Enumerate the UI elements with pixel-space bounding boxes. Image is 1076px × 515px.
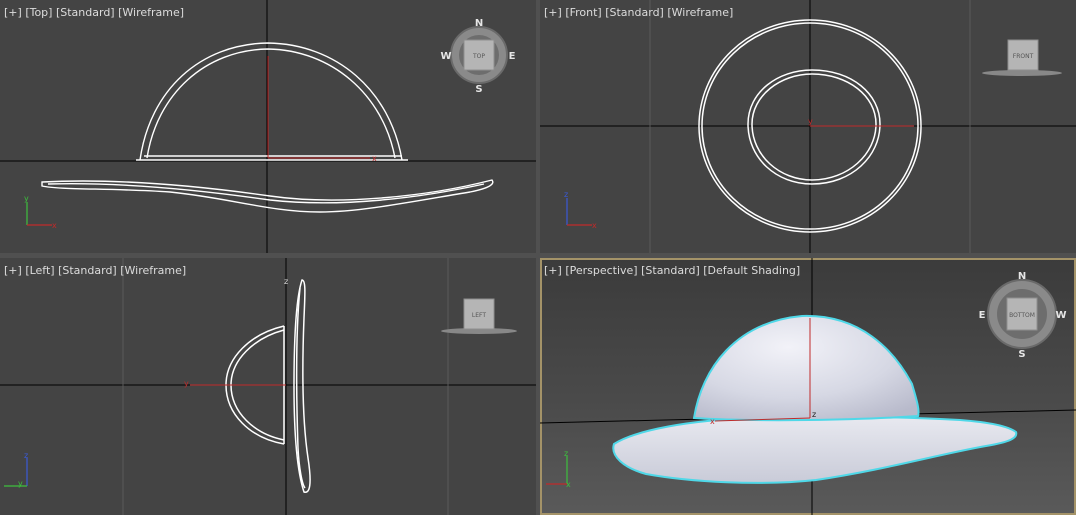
shading-mode-menu[interactable]: [Standard] bbox=[58, 264, 117, 277]
pivot-axis-label: y bbox=[184, 379, 189, 388]
viewcube[interactable]: LEFT bbox=[441, 298, 517, 334]
viewport-menu-button[interactable]: [+] bbox=[544, 6, 562, 19]
viewport-menu-button[interactable]: [+] bbox=[4, 264, 22, 277]
viewcube-face-label: LEFT bbox=[472, 312, 486, 319]
pivot-axis-label: x bbox=[710, 417, 715, 426]
viewcube[interactable]: FRONT bbox=[982, 39, 1062, 76]
display-mode-menu[interactable]: [Wireframe] bbox=[667, 6, 733, 19]
viewcube-face-label: TOP bbox=[472, 53, 485, 60]
pivot-axis-label: z bbox=[812, 410, 816, 419]
viewport-perspective-canvas: x z z x BOTTOM N S W E bbox=[540, 258, 1076, 515]
viewcube-compass[interactable]: BOTTOM N S W E bbox=[979, 271, 1067, 360]
viewport-front-canvas: y z x FRONT bbox=[540, 0, 1076, 253]
compass-south[interactable]: S bbox=[1018, 349, 1025, 360]
triad-z-label: z bbox=[564, 190, 568, 199]
view-type-menu[interactable]: [Front] bbox=[565, 6, 601, 19]
viewport-label: [+] [Front] [Standard] [Wireframe] bbox=[544, 6, 733, 19]
hat-wireframe-left bbox=[225, 279, 311, 493]
viewport-left[interactable]: y z z y LEFT [+] [Left] [Standard] [Wire… bbox=[0, 258, 536, 515]
pivot-axis-label: y bbox=[808, 117, 813, 126]
axis-triad: z y bbox=[4, 451, 28, 488]
triad-y-label: y bbox=[24, 194, 29, 203]
axis-triad: y x bbox=[24, 194, 57, 230]
compass-south[interactable]: S bbox=[475, 84, 482, 95]
viewport-label: [+] [Left] [Standard] [Wireframe] bbox=[4, 264, 186, 277]
viewport-menu-button[interactable]: [+] bbox=[4, 6, 22, 19]
viewport-label: [+] [Perspective] [Standard] [Default Sh… bbox=[544, 264, 800, 277]
triad-z-label: z bbox=[564, 449, 568, 458]
display-mode-menu[interactable]: [Wireframe] bbox=[118, 6, 184, 19]
viewport-top[interactable]: x y x TOP N S E W [+] [Top] [Standard] [… bbox=[0, 0, 536, 253]
display-mode-menu[interactable]: [Default Shading] bbox=[703, 264, 800, 277]
view-type-menu[interactable]: [Top] bbox=[25, 6, 52, 19]
compass-north[interactable]: N bbox=[1018, 271, 1026, 282]
shading-mode-menu[interactable]: [Standard] bbox=[641, 264, 700, 277]
hat-dome[interactable] bbox=[692, 314, 920, 422]
view-type-menu[interactable]: [Perspective] bbox=[565, 264, 637, 277]
triad-x-label: x bbox=[592, 221, 597, 230]
viewport-left-canvas: y z z y LEFT bbox=[0, 258, 536, 515]
display-mode-menu[interactable]: [Wireframe] bbox=[120, 264, 186, 277]
axis-triad: z x bbox=[546, 449, 571, 489]
compass-east[interactable]: E bbox=[509, 51, 516, 62]
axis-triad: z x bbox=[564, 190, 597, 230]
viewcube-face-label: BOTTOM bbox=[1009, 312, 1035, 319]
viewport-front[interactable]: y z x FRONT [+] [Front] [Standard] [Wire… bbox=[540, 0, 1076, 253]
viewcube-face-label: FRONT bbox=[1013, 53, 1034, 60]
pivot-axis-label: z bbox=[284, 277, 288, 286]
compass-east[interactable]: E bbox=[979, 310, 986, 321]
shading-mode-menu[interactable]: [Standard] bbox=[56, 6, 115, 19]
triad-z-label: z bbox=[24, 451, 28, 460]
hat-brim[interactable] bbox=[612, 415, 1018, 484]
viewport-top-canvas: x y x TOP N S E W bbox=[0, 0, 536, 253]
view-type-menu[interactable]: [Left] bbox=[25, 264, 54, 277]
compass-west[interactable]: W bbox=[440, 51, 451, 62]
compass-west[interactable]: W bbox=[1055, 310, 1066, 321]
viewcube-compass[interactable]: TOP N S E W bbox=[440, 18, 515, 95]
viewport-perspective[interactable]: x z z x BOTTOM N S W E [+] [Perspective]… bbox=[540, 258, 1076, 515]
pivot-axis-label: x bbox=[372, 154, 377, 163]
triad-x-label: x bbox=[52, 221, 57, 230]
viewport-label: [+] [Top] [Standard] [Wireframe] bbox=[4, 6, 184, 19]
triad-y-label: y bbox=[18, 479, 23, 488]
viewport-menu-button[interactable]: [+] bbox=[544, 264, 562, 277]
triad-x-label: x bbox=[566, 480, 571, 489]
hat-dome-wireframe bbox=[136, 42, 408, 161]
compass-north[interactable]: N bbox=[475, 18, 483, 29]
shading-mode-menu[interactable]: [Standard] bbox=[605, 6, 664, 19]
